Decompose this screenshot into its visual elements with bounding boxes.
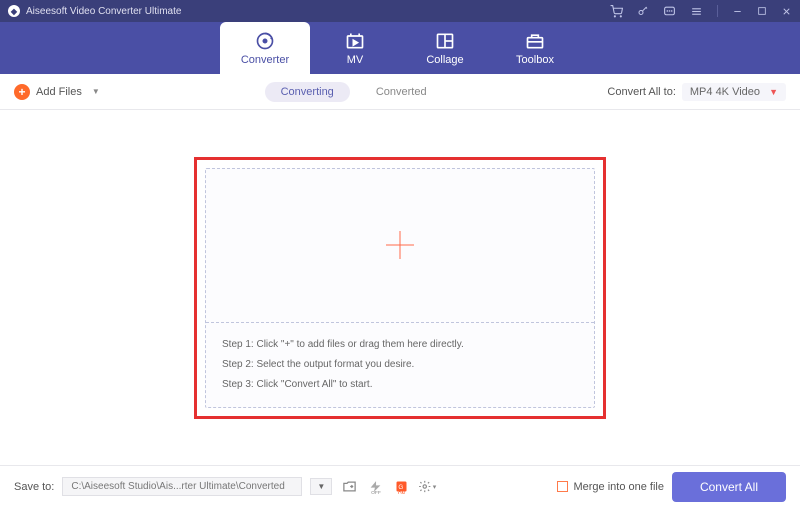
toolbar: + Add Files ▼ Converting Converted Conve… <box>0 74 800 110</box>
save-path-field[interactable]: C:\Aiseesoft Studio\Ais...rter Ultimate\… <box>62 477 302 496</box>
drop-zone[interactable] <box>206 169 594 323</box>
footer: Save to: C:\Aiseesoft Studio\Ais...rter … <box>0 465 800 507</box>
collage-icon <box>435 31 455 51</box>
path-dropdown[interactable]: ▼ <box>310 478 332 495</box>
tab-toolbox[interactable]: Toolbox <box>490 22 580 74</box>
main-nav: Converter MV Collage Toolbox <box>0 22 800 74</box>
add-files-label: Add Files <box>36 86 82 98</box>
plus-icon: + <box>14 84 30 100</box>
titlebar-controls <box>610 5 792 18</box>
convert-all-to-label: Convert All to: <box>607 86 675 98</box>
tab-label: Converter <box>241 54 289 66</box>
toolbox-icon <box>525 31 545 51</box>
tab-converter[interactable]: Converter <box>220 22 310 74</box>
merge-label: Merge into one file <box>573 481 664 493</box>
tab-label: Collage <box>426 54 463 66</box>
step-3: Step 3: Click "Convert All" to start. <box>222 375 578 395</box>
subtab-converted[interactable]: Converted <box>360 82 443 102</box>
separator <box>717 5 718 17</box>
step-1: Step 1: Click "+" to add files or drag t… <box>222 335 578 355</box>
tab-mv[interactable]: MV <box>310 22 400 74</box>
step-2: Step 2: Select the output format you des… <box>222 355 578 375</box>
instructions: Step 1: Click "+" to add files or drag t… <box>206 323 594 407</box>
highlight-annotation: Step 1: Click "+" to add files or drag t… <box>194 157 606 419</box>
format-selector[interactable]: MP4 4K Video ▼ <box>682 83 786 101</box>
tab-label: Toolbox <box>516 54 554 66</box>
settings-icon[interactable]: ▾ <box>418 478 436 496</box>
menu-icon[interactable] <box>690 5 703 18</box>
svg-text:ON: ON <box>398 491 406 494</box>
merge-checkbox[interactable]: Merge into one file <box>557 481 664 493</box>
tab-label: MV <box>347 54 364 66</box>
converter-icon <box>255 31 275 51</box>
close-icon[interactable] <box>781 6 792 17</box>
gpu-on-icon[interactable]: GON <box>392 478 410 496</box>
key-icon[interactable] <box>637 5 649 17</box>
minimize-icon[interactable] <box>732 6 743 17</box>
selected-format: MP4 4K Video <box>690 86 760 98</box>
app-logo-icon: ◆ <box>8 5 20 17</box>
subtab-converting[interactable]: Converting <box>265 82 350 102</box>
app-title: Aiseesoft Video Converter Ultimate <box>26 6 181 17</box>
titlebar: ◆ Aiseesoft Video Converter Ultimate <box>0 0 800 22</box>
workspace: Step 1: Click "+" to add files or drag t… <box>0 110 800 465</box>
open-folder-icon[interactable] <box>340 478 358 496</box>
chevron-down-icon: ▼ <box>92 87 100 96</box>
message-icon[interactable] <box>663 5 676 18</box>
svg-text:G: G <box>398 484 403 491</box>
lightning-off-icon[interactable]: OFF <box>366 478 384 496</box>
convert-all-button[interactable]: Convert All <box>672 472 786 502</box>
checkbox-icon <box>557 481 568 492</box>
cart-icon[interactable] <box>610 5 623 18</box>
save-to-label: Save to: <box>14 481 54 493</box>
mv-icon <box>345 31 365 51</box>
drop-area[interactable]: Step 1: Click "+" to add files or drag t… <box>205 168 595 408</box>
add-files-button[interactable]: + Add Files ▼ <box>14 84 100 100</box>
chevron-down-icon: ▼ <box>769 87 778 97</box>
tab-collage[interactable]: Collage <box>400 22 490 74</box>
svg-text:OFF: OFF <box>371 490 381 494</box>
maximize-icon[interactable] <box>757 6 767 16</box>
